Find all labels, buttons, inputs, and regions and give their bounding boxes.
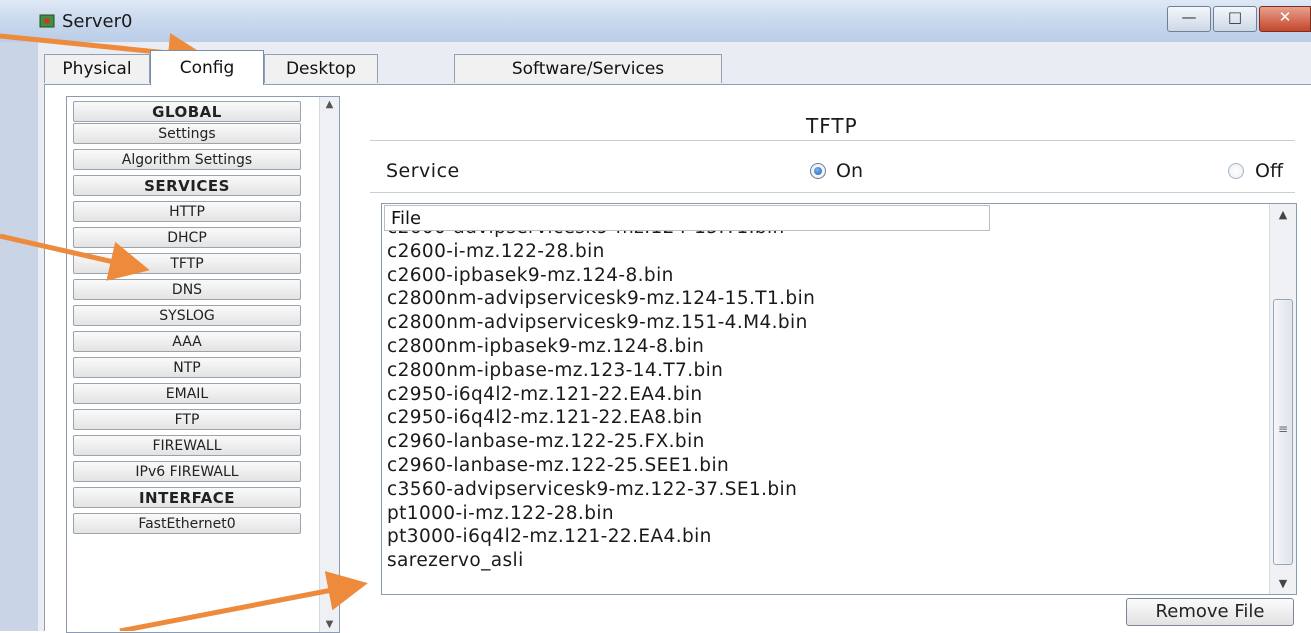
- remove-file-button[interactable]: Remove File: [1126, 598, 1294, 626]
- window-left-edge: [0, 42, 38, 631]
- tab-config[interactable]: Config: [150, 50, 264, 85]
- nav-header-global: GLOBAL: [73, 101, 301, 122]
- tab-software-services[interactable]: Software/Services: [454, 54, 722, 83]
- grip-icon: ≡: [1277, 422, 1289, 436]
- scroll-up-icon[interactable]: ▲: [320, 99, 339, 110]
- nav-item-aaa[interactable]: AAA: [73, 331, 301, 352]
- list-item[interactable]: pt1000-i-mz.122-28.bin: [387, 502, 815, 526]
- nav-item-email[interactable]: EMAIL: [73, 383, 301, 404]
- list-item[interactable]: c2800nm-ipbase-mz.123-14.T7.bin: [387, 359, 815, 383]
- tab-desktop[interactable]: Desktop: [264, 54, 378, 83]
- list-item[interactable]: c2960-lanbase-mz.122-25.SEE1.bin: [387, 454, 815, 478]
- nav-scrollbar[interactable]: ▲ ▼: [319, 97, 339, 632]
- title-bar: Server0 — □ ✕: [0, 0, 1311, 43]
- nav-item-tftp[interactable]: TFTP: [73, 253, 301, 274]
- scroll-down-icon[interactable]: ▼: [320, 619, 339, 630]
- nav-item-ntp[interactable]: NTP: [73, 357, 301, 378]
- nav-header-services: SERVICES: [73, 175, 301, 196]
- nav-item-algorithm-settings[interactable]: Algorithm Settings: [73, 149, 301, 170]
- list-item[interactable]: c2600-i-mz.122-28.bin: [387, 240, 815, 264]
- list-item[interactable]: c3560-advipservicesk9-mz.122-37.SE1.bin: [387, 478, 815, 502]
- nav-item-ftp[interactable]: FTP: [73, 409, 301, 430]
- list-item[interactable]: c2800nm-advipservicesk9-mz.151-4.M4.bin: [387, 311, 815, 335]
- nav-header-interface: INTERFACE: [73, 487, 301, 508]
- tftp-file-list[interactable]: File c2600-advipservicesk9-mz.124-15.T1.…: [381, 203, 1297, 595]
- service-off-radio[interactable]: [1228, 163, 1244, 179]
- service-off-label: Off: [1255, 160, 1284, 182]
- close-button[interactable]: ✕: [1259, 6, 1311, 32]
- divider: [370, 192, 1295, 193]
- list-item[interactable]: c2600-ipbasek9-mz.124-8.bin: [387, 264, 815, 288]
- server-app-icon: [39, 14, 55, 28]
- config-nav-list: GLOBAL Settings Algorithm Settings SERVI…: [66, 96, 340, 633]
- list-item[interactable]: c2800nm-advipservicesk9-mz.124-15.T1.bin: [387, 287, 815, 311]
- scroll-down-icon[interactable]: ▼: [1270, 577, 1296, 590]
- close-icon: ✕: [1278, 8, 1292, 26]
- nav-item-http[interactable]: HTTP: [73, 201, 301, 222]
- list-item[interactable]: sarezervo_asli: [387, 549, 815, 573]
- nav-item-firewall[interactable]: FIREWALL: [73, 435, 301, 456]
- service-label: Service: [386, 160, 460, 182]
- nav-item-dns[interactable]: DNS: [73, 279, 301, 300]
- window-controls: — □ ✕: [1165, 6, 1311, 32]
- file-rows: c2600-advipservicesk9-mz.124-15.T1.bin c…: [387, 216, 815, 573]
- window-title: Server0: [62, 11, 133, 32]
- nav-item-settings[interactable]: Settings: [73, 123, 301, 144]
- nav-item-syslog[interactable]: SYSLOG: [73, 305, 301, 326]
- nav-item-dhcp[interactable]: DHCP: [73, 227, 301, 248]
- minimize-button[interactable]: —: [1167, 6, 1211, 32]
- maximize-button[interactable]: □: [1213, 6, 1257, 32]
- maximize-icon: □: [1227, 8, 1243, 26]
- list-item[interactable]: c2800nm-ipbasek9-mz.124-8.bin: [387, 335, 815, 359]
- list-item[interactable]: pt3000-i6q4l2-mz.121-22.EA4.bin: [387, 525, 815, 549]
- service-on-radio[interactable]: [810, 163, 826, 179]
- scroll-up-icon[interactable]: ▲: [1270, 208, 1296, 221]
- nav-item-ipv6-firewall[interactable]: IPv6 FIREWALL: [73, 461, 301, 482]
- file-column-header[interactable]: File: [384, 205, 990, 231]
- scroll-thumb[interactable]: ≡: [1273, 299, 1293, 565]
- list-item[interactable]: c2960-lanbase-mz.122-25.FX.bin: [387, 430, 815, 454]
- tab-physical[interactable]: Physical: [44, 54, 150, 83]
- section-title: TFTP: [806, 114, 858, 138]
- nav-item-fastethernet0[interactable]: FastEthernet0: [73, 513, 301, 534]
- divider: [370, 140, 1295, 141]
- service-on-label: On: [836, 160, 863, 182]
- list-item[interactable]: c2950-i6q4l2-mz.121-22.EA4.bin: [387, 383, 815, 407]
- minimize-icon: —: [1181, 8, 1197, 26]
- file-list-scrollbar[interactable]: ▲ ≡ ▼: [1269, 204, 1296, 594]
- list-item[interactable]: c2950-i6q4l2-mz.121-22.EA8.bin: [387, 406, 815, 430]
